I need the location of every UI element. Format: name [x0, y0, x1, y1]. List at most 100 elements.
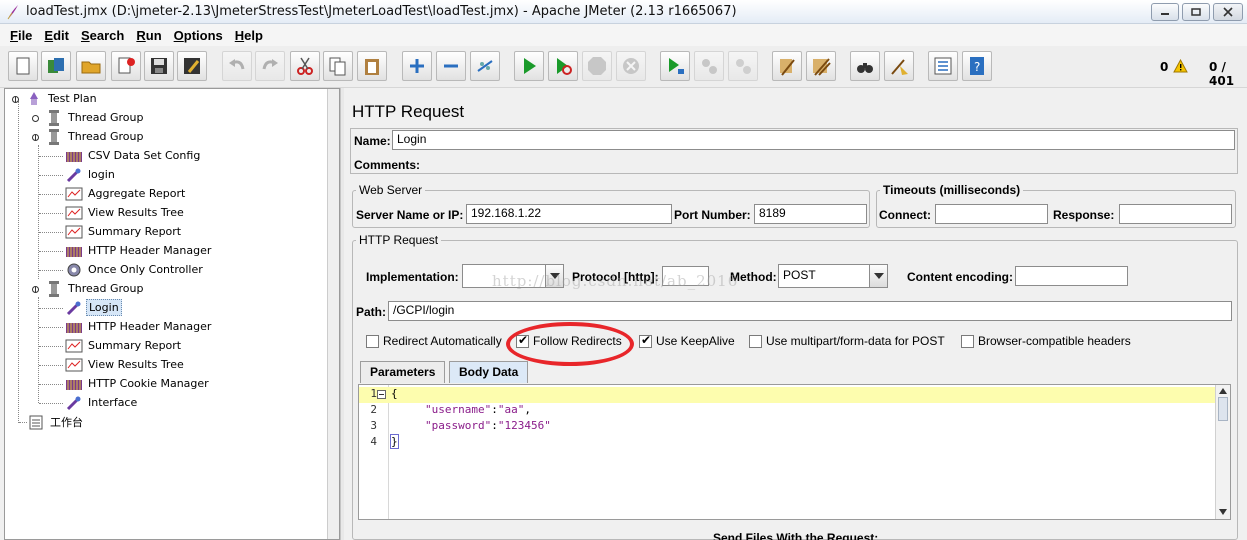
server-name-field[interactable]: 192.168.1.22: [466, 204, 672, 224]
clear-button[interactable]: [772, 51, 802, 81]
remote-shutdown-button[interactable]: [728, 51, 758, 81]
toggle-button[interactable]: [470, 51, 500, 81]
tree-scrollbar[interactable]: [327, 89, 339, 539]
tree-node-view-results-tree[interactable]: View Results Tree: [65, 355, 186, 374]
fold-collapse-icon[interactable]: [377, 390, 386, 399]
body-data-editor[interactable]: 1 { 2 "username":"aa", 3 "password":"123…: [358, 384, 1231, 520]
expand-handle[interactable]: [31, 114, 40, 123]
pipette-sampler-icon: [65, 299, 83, 317]
expand-all-button[interactable]: [402, 51, 432, 81]
tab-body-data[interactable]: Body Data: [449, 361, 529, 383]
tree-node-aggregate-report[interactable]: Aggregate Report: [65, 184, 187, 203]
config-element-icon: [65, 375, 83, 393]
menu-search[interactable]: Search: [75, 28, 130, 43]
clear-all-button[interactable]: [806, 51, 836, 81]
use-keepalive-checkbox[interactable]: Use KeepAlive: [639, 333, 735, 348]
tree-node-summary-report[interactable]: Summary Report: [65, 336, 183, 355]
minimize-button[interactable]: [1151, 3, 1179, 21]
tree-node-thread-group[interactable]: Thread Group: [45, 279, 145, 298]
menu-file[interactable]: File: [4, 28, 38, 43]
tree-guide-line: [38, 297, 39, 403]
collapse-all-button[interactable]: [436, 51, 466, 81]
undo-icon: [229, 59, 245, 70]
tree-node-http-header-manager[interactable]: HTTP Header Manager: [65, 241, 213, 260]
save-as-button[interactable]: [177, 51, 207, 81]
tree-node-once-only-controller[interactable]: Once Only Controller: [65, 260, 205, 279]
editor-scrollbar[interactable]: [1215, 385, 1230, 519]
menu-bar: File Edit Search Run Options Help: [0, 24, 1247, 46]
warning-icon[interactable]: [1173, 59, 1188, 73]
collapse-handle[interactable]: [31, 133, 40, 142]
tree-node-interface[interactable]: Interface: [65, 393, 139, 412]
search-button[interactable]: [850, 51, 880, 81]
tree-node-login-selected[interactable]: Login: [65, 298, 122, 317]
tree-node-csv-config[interactable]: CSV Data Set Config: [65, 146, 202, 165]
tree-node-test-plan[interactable]: Test Plan: [25, 89, 99, 108]
close-button[interactable]: [1213, 3, 1243, 21]
content-encoding-label: Content encoding:: [907, 270, 1013, 284]
help-button[interactable]: ?: [962, 51, 992, 81]
shutdown-button[interactable]: [616, 51, 646, 81]
tree-node-thread-group[interactable]: Thread Group: [45, 127, 145, 146]
tree-node-login-sampler[interactable]: login: [65, 165, 117, 184]
maximize-button[interactable]: [1182, 3, 1210, 21]
scroll-up-icon[interactable]: [1219, 388, 1227, 394]
cut-button[interactable]: [290, 51, 320, 81]
response-timeout-field[interactable]: [1119, 204, 1232, 224]
browser-compatible-headers-checkbox[interactable]: Browser-compatible headers: [961, 334, 1131, 348]
tab-parameters[interactable]: Parameters: [360, 361, 446, 383]
start-no-pauses-button[interactable]: [548, 51, 578, 81]
tree-connector: [39, 270, 63, 271]
open-button[interactable]: [76, 51, 106, 81]
menu-help[interactable]: Help: [229, 28, 269, 43]
code-line: 4 }: [370, 434, 399, 449]
window-title: loadTest.jmx (D:\jmeter-2.13\JmeterStres…: [26, 4, 737, 19]
remote-start-button[interactable]: [660, 51, 690, 81]
name-field[interactable]: Login: [392, 130, 1235, 150]
protocol-field[interactable]: [662, 266, 709, 286]
save-button[interactable]: [144, 51, 174, 81]
method-select[interactable]: POST: [778, 264, 888, 288]
close-plan-button[interactable]: [111, 51, 141, 81]
new-button[interactable]: [8, 51, 38, 81]
test-plan-tree[interactable]: Test Plan Thread Group Thread Group CSV …: [4, 88, 340, 540]
cut-icon: [297, 57, 313, 75]
start-button[interactable]: [514, 51, 544, 81]
menu-run[interactable]: Run: [130, 28, 167, 43]
tree-node-summary-report[interactable]: Summary Report: [65, 222, 183, 241]
port-number-field[interactable]: 8189: [754, 204, 867, 224]
implementation-select[interactable]: [462, 264, 564, 288]
checkbox-box: [639, 333, 652, 348]
collapse-handle[interactable]: [31, 285, 40, 294]
menu-edit[interactable]: Edit: [38, 28, 75, 43]
tree-node-http-header-manager[interactable]: HTTP Header Manager: [65, 317, 213, 336]
follow-redirects-checkbox[interactable]: Follow Redirects: [516, 333, 622, 348]
tree-node-thread-group[interactable]: Thread Group: [45, 108, 145, 127]
scroll-down-icon[interactable]: [1219, 509, 1227, 515]
redo-button[interactable]: [255, 51, 285, 81]
templates-button[interactable]: [41, 51, 71, 81]
undo-button[interactable]: [222, 51, 252, 81]
copy-button[interactable]: [323, 51, 353, 81]
redirect-automatically-checkbox[interactable]: Redirect Automatically: [366, 334, 502, 348]
multipart-form-data-checkbox[interactable]: Use multipart/form-data for POST: [749, 334, 945, 348]
function-helper-button[interactable]: [928, 51, 958, 81]
scroll-thumb[interactable]: [1218, 397, 1228, 421]
connect-timeout-field[interactable]: [935, 204, 1048, 224]
tree-node-workbench[interactable]: 工作台: [27, 412, 85, 431]
collapse-handle[interactable]: [11, 95, 20, 104]
tree-node-http-cookie-manager[interactable]: HTTP Cookie Manager: [65, 374, 211, 393]
list-icon: [934, 57, 952, 75]
remote-stop-button[interactable]: [694, 51, 724, 81]
paste-button[interactable]: [357, 51, 387, 81]
tree-node-view-results-tree[interactable]: View Results Tree: [65, 203, 186, 222]
stop-button[interactable]: [582, 51, 612, 81]
content-encoding-field[interactable]: [1015, 266, 1128, 286]
path-field[interactable]: /GCPI/login: [388, 301, 1232, 321]
reset-search-button[interactable]: [884, 51, 914, 81]
menu-options[interactable]: Options: [168, 28, 229, 43]
tree-connector: [39, 175, 63, 176]
tree-connector: [19, 422, 27, 423]
tree-connector: [39, 194, 63, 195]
tree-connector: [39, 346, 63, 347]
